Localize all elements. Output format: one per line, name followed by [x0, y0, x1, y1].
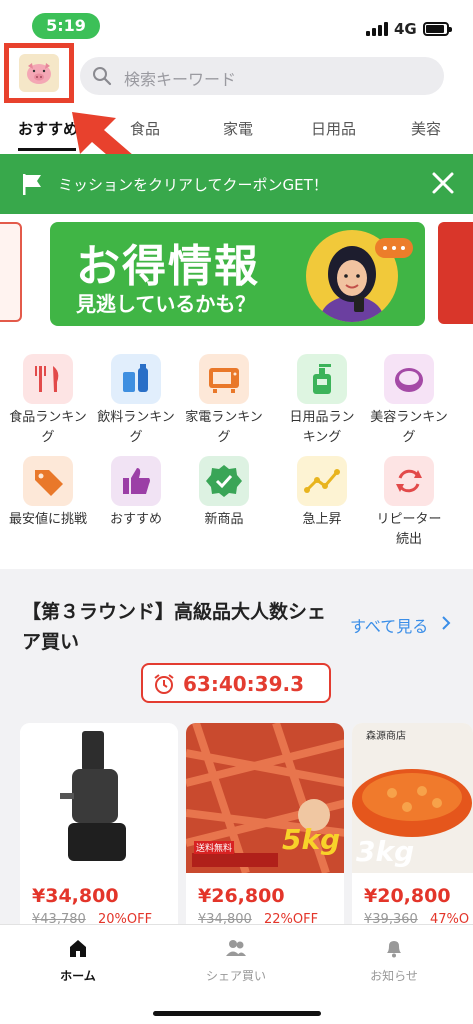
highlight-box — [4, 43, 74, 103]
pump-bottle-icon — [297, 354, 347, 404]
thumbs-up-icon — [111, 456, 161, 506]
battery-icon — [423, 22, 452, 36]
category-beauty-ranking[interactable]: 美容ランキング — [365, 354, 453, 448]
section-title: 【第３ラウンド】高級品大人数シェア買い — [22, 601, 327, 653]
nav-notifications[interactable]: お知らせ — [334, 937, 454, 984]
promo-title: お得情報 — [76, 241, 260, 292]
category-label: おすすめ — [109, 512, 162, 527]
promo-subtitle: 見逃しているかも？ — [76, 292, 256, 316]
close-icon[interactable] — [431, 171, 455, 195]
category-lowest-price[interactable]: 最安値に挑戦 — [4, 456, 92, 530]
weight-badge: 5kg — [282, 823, 341, 856]
tab-daily-goods[interactable]: 日用品 — [311, 118, 356, 139]
pig-icon — [27, 63, 51, 84]
product-price: ¥20,800 — [364, 885, 451, 907]
product-image — [20, 723, 178, 873]
product-card-juicer[interactable]: ¥34,800 ¥43,780 20%OFF — [20, 723, 178, 943]
category-trending[interactable]: 急上昇 — [278, 456, 366, 530]
flag-icon — [23, 174, 41, 195]
check-badge-icon — [199, 456, 249, 506]
product-card-ikura[interactable]: 森源商店 3kg ¥20,800 ¥39,360 47%O — [352, 723, 473, 943]
fork-knife-icon — [23, 354, 73, 404]
bell-icon — [387, 941, 401, 958]
category-daily-ranking[interactable]: 日用品ランキング — [278, 354, 366, 448]
mission-banner[interactable]: ミッションをクリアしてクーポンGET！ — [0, 154, 473, 214]
category-label: 最安値に挑戦 — [8, 512, 87, 527]
nav-label: ホーム — [60, 969, 96, 983]
see-all-link[interactable]: すべて見る — [350, 613, 428, 637]
network-type: 4G — [394, 20, 417, 38]
promo-card[interactable]: お得情報 見逃しているかも？ — [50, 222, 425, 326]
timer-value: 63:40:39.3 — [183, 672, 305, 696]
promo-card-next[interactable] — [438, 222, 473, 324]
tab-food[interactable]: 食品 — [130, 118, 160, 139]
status-time: 5:19 — [32, 13, 100, 39]
search-icon — [93, 67, 112, 86]
home-icon — [70, 940, 86, 957]
nav-label: シェア買い — [205, 969, 266, 983]
category-label: 急上昇 — [302, 512, 342, 527]
compact-icon — [384, 354, 434, 404]
category-food-ranking[interactable]: 食品ランキング — [4, 354, 92, 448]
group-buy-section: 【第３ラウンド】高級品大人数シェア買い すべて見る 63:40:39.3 ¥34… — [0, 583, 473, 943]
category-drink-ranking[interactable]: 飲料ランキング — [92, 354, 180, 448]
group-icon — [226, 940, 246, 956]
mission-text: ミッションをクリアしてクーポンGET！ — [58, 176, 328, 194]
bottom-nav: ホーム シェア買い お知らせ — [0, 924, 473, 1024]
category-label: 家電ランキング — [185, 410, 263, 445]
tab-osusume[interactable]: おすすめ — [18, 118, 78, 139]
product-price: ¥34,800 — [32, 885, 119, 907]
home-indicator — [153, 1011, 321, 1016]
category-grid: 食品ランキング 飲料ランキング 家電ランキング 日用品ランキング 美容ランキング… — [0, 334, 473, 569]
price-tag-icon — [23, 456, 73, 506]
shop-name: 森源商店 — [366, 731, 406, 742]
weight-badge: 3kg — [356, 835, 415, 868]
category-label: 飲料ランキング — [97, 410, 175, 445]
repeat-icon — [384, 456, 434, 506]
category-recommended[interactable]: おすすめ — [92, 456, 180, 530]
search-bar[interactable]: 検索キーワード — [80, 57, 444, 95]
signal-icon — [366, 22, 390, 36]
product-price: ¥26,800 — [198, 885, 285, 907]
category-repeaters[interactable]: リピーター続出 — [365, 456, 453, 550]
chevron-right-icon[interactable] — [440, 615, 452, 631]
category-label: 新商品 — [204, 512, 244, 527]
tv-icon — [199, 354, 249, 404]
header: 検索キーワード — [0, 43, 473, 104]
trend-line-icon — [297, 456, 347, 506]
category-label: 美容ランキング — [370, 410, 448, 445]
search-input[interactable]: 検索キーワード — [124, 66, 236, 90]
nav-home[interactable]: ホーム — [18, 937, 138, 984]
free-shipping-tag: 送料無料 — [194, 841, 235, 854]
tab-appliances[interactable]: 家電 — [223, 118, 253, 139]
promo-carousel[interactable]: お得情報 見逃しているかも？ — [0, 214, 473, 334]
category-label: 日用品ランキング — [289, 410, 355, 445]
tab-beauty[interactable]: 美容 — [411, 118, 441, 139]
product-card-crab[interactable]: 送料無料 5kg ¥26,800 ¥34,800 22%OFF — [186, 723, 344, 943]
category-tabs: おすすめ 食品 家電 日用品 美容 — [0, 104, 473, 154]
status-bar: 5:19 4G — [0, 0, 473, 48]
nav-share-buy[interactable]: シェア買い — [176, 937, 296, 984]
promo-card-prev[interactable] — [0, 222, 22, 322]
countdown-timer: 63:40:39.3 — [141, 663, 331, 703]
avatar[interactable] — [19, 54, 59, 92]
category-appliance-ranking[interactable]: 家電ランキング — [180, 354, 268, 448]
nav-label: お知らせ — [370, 969, 418, 983]
category-new-products[interactable]: 新商品 — [180, 456, 268, 530]
category-label: リピーター続出 — [376, 512, 442, 547]
tab-underline — [18, 148, 76, 151]
category-label: 食品ランキング — [9, 410, 87, 445]
bottles-icon — [111, 354, 161, 404]
chat-bubble-icon — [375, 238, 413, 258]
alarm-clock-icon — [154, 674, 174, 694]
